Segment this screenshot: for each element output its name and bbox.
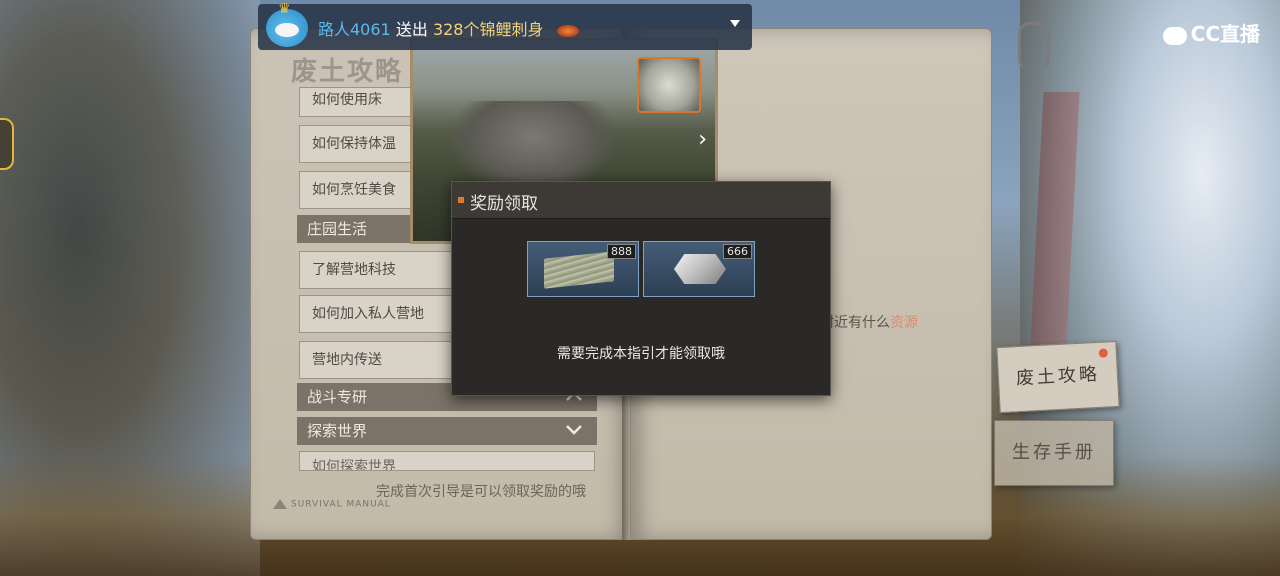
list-item-label: 如何加入私人营地 [312,306,424,322]
dialog-header: 奖励领取 [452,182,830,219]
dialog-title: 奖励领取 [470,194,538,214]
gift-name: 328个锦鲤刺身 [432,20,544,39]
list-item-label: 营地内传送 [312,352,382,368]
right-page-text: 附近有什么资源 [820,312,918,332]
scene-rock [453,101,613,191]
section-label: 庄园生活 [307,220,368,238]
logo-text: CC直播 [1190,22,1260,46]
paper-clip-icon [1018,22,1050,71]
right-text-highlight: 资源 [890,315,918,331]
list-item-label: 如何烹饪美食 [312,182,396,198]
gift-action: 送出 [395,20,428,39]
chevron-down-icon [566,425,582,435]
book-title: 废土攻略 [291,57,404,87]
survival-manual-logo: SURVIVAL MANUAL [273,499,391,510]
next-image-arrow-icon[interactable]: › [698,127,707,152]
sashimi-gift-icon [556,24,579,37]
avatar: ♛ [266,1,308,47]
dialog-message: 需要完成本指引才能领取哦 [557,346,725,362]
list-item-label: 如何探索世界 [312,459,396,471]
reward-dialog: 奖励领取 888 666 需要完成本指引才能领取哦 [451,181,831,396]
manual-logo-text: SURVIVAL MANUAL [291,499,391,510]
tab-wasteland-guide[interactable]: 废土攻略 [996,340,1120,414]
dropdown-caret-icon[interactable] [730,20,740,27]
tab-label: 生存手册 [1012,442,1096,463]
notification-dot [1098,348,1109,358]
list-item-label: 如何使用床 [312,92,382,108]
tab-survival-manual[interactable]: 生存手册 [994,420,1114,486]
tab-label: 废土攻略 [1015,363,1101,390]
sender-nickname: 路人4061 [318,20,391,39]
hint-text: 完成首次引导是可以领取奖励的哦 [376,484,586,500]
reward-quantity: 888 [607,244,636,259]
side-edge-button[interactable] [0,118,14,170]
header-bullet-icon [458,197,464,203]
minimap-icon [637,57,701,113]
list-item-explore[interactable]: 如何探索世界 [299,451,595,471]
section-label: 战斗专研 [307,388,368,406]
section-explore[interactable]: 探索世界 [297,417,597,445]
reward-slot-metal[interactable]: 666 [643,241,755,297]
avatar-face [275,23,299,37]
list-item-label: 了解营地科技 [312,262,396,278]
cash-bundle-icon [544,251,614,289]
cc-live-logo: CC直播 [1162,18,1260,47]
notification-text: 路人4061 送出 328个锦鲤刺身 [318,16,579,40]
gift-notification[interactable]: ♛ 路人4061 送出 328个锦鲤刺身 [258,1,752,50]
reward-quantity: 666 [723,244,752,259]
section-label: 探索世界 [307,422,368,440]
list-item-label: 如何保持体温 [312,136,396,152]
cc-paw-icon [1162,26,1187,45]
manual-logo-icon [273,499,287,509]
reward-slot-cash[interactable]: 888 [527,241,639,297]
crown-icon: ♛ [278,1,291,17]
metal-ingot-icon [674,254,726,284]
